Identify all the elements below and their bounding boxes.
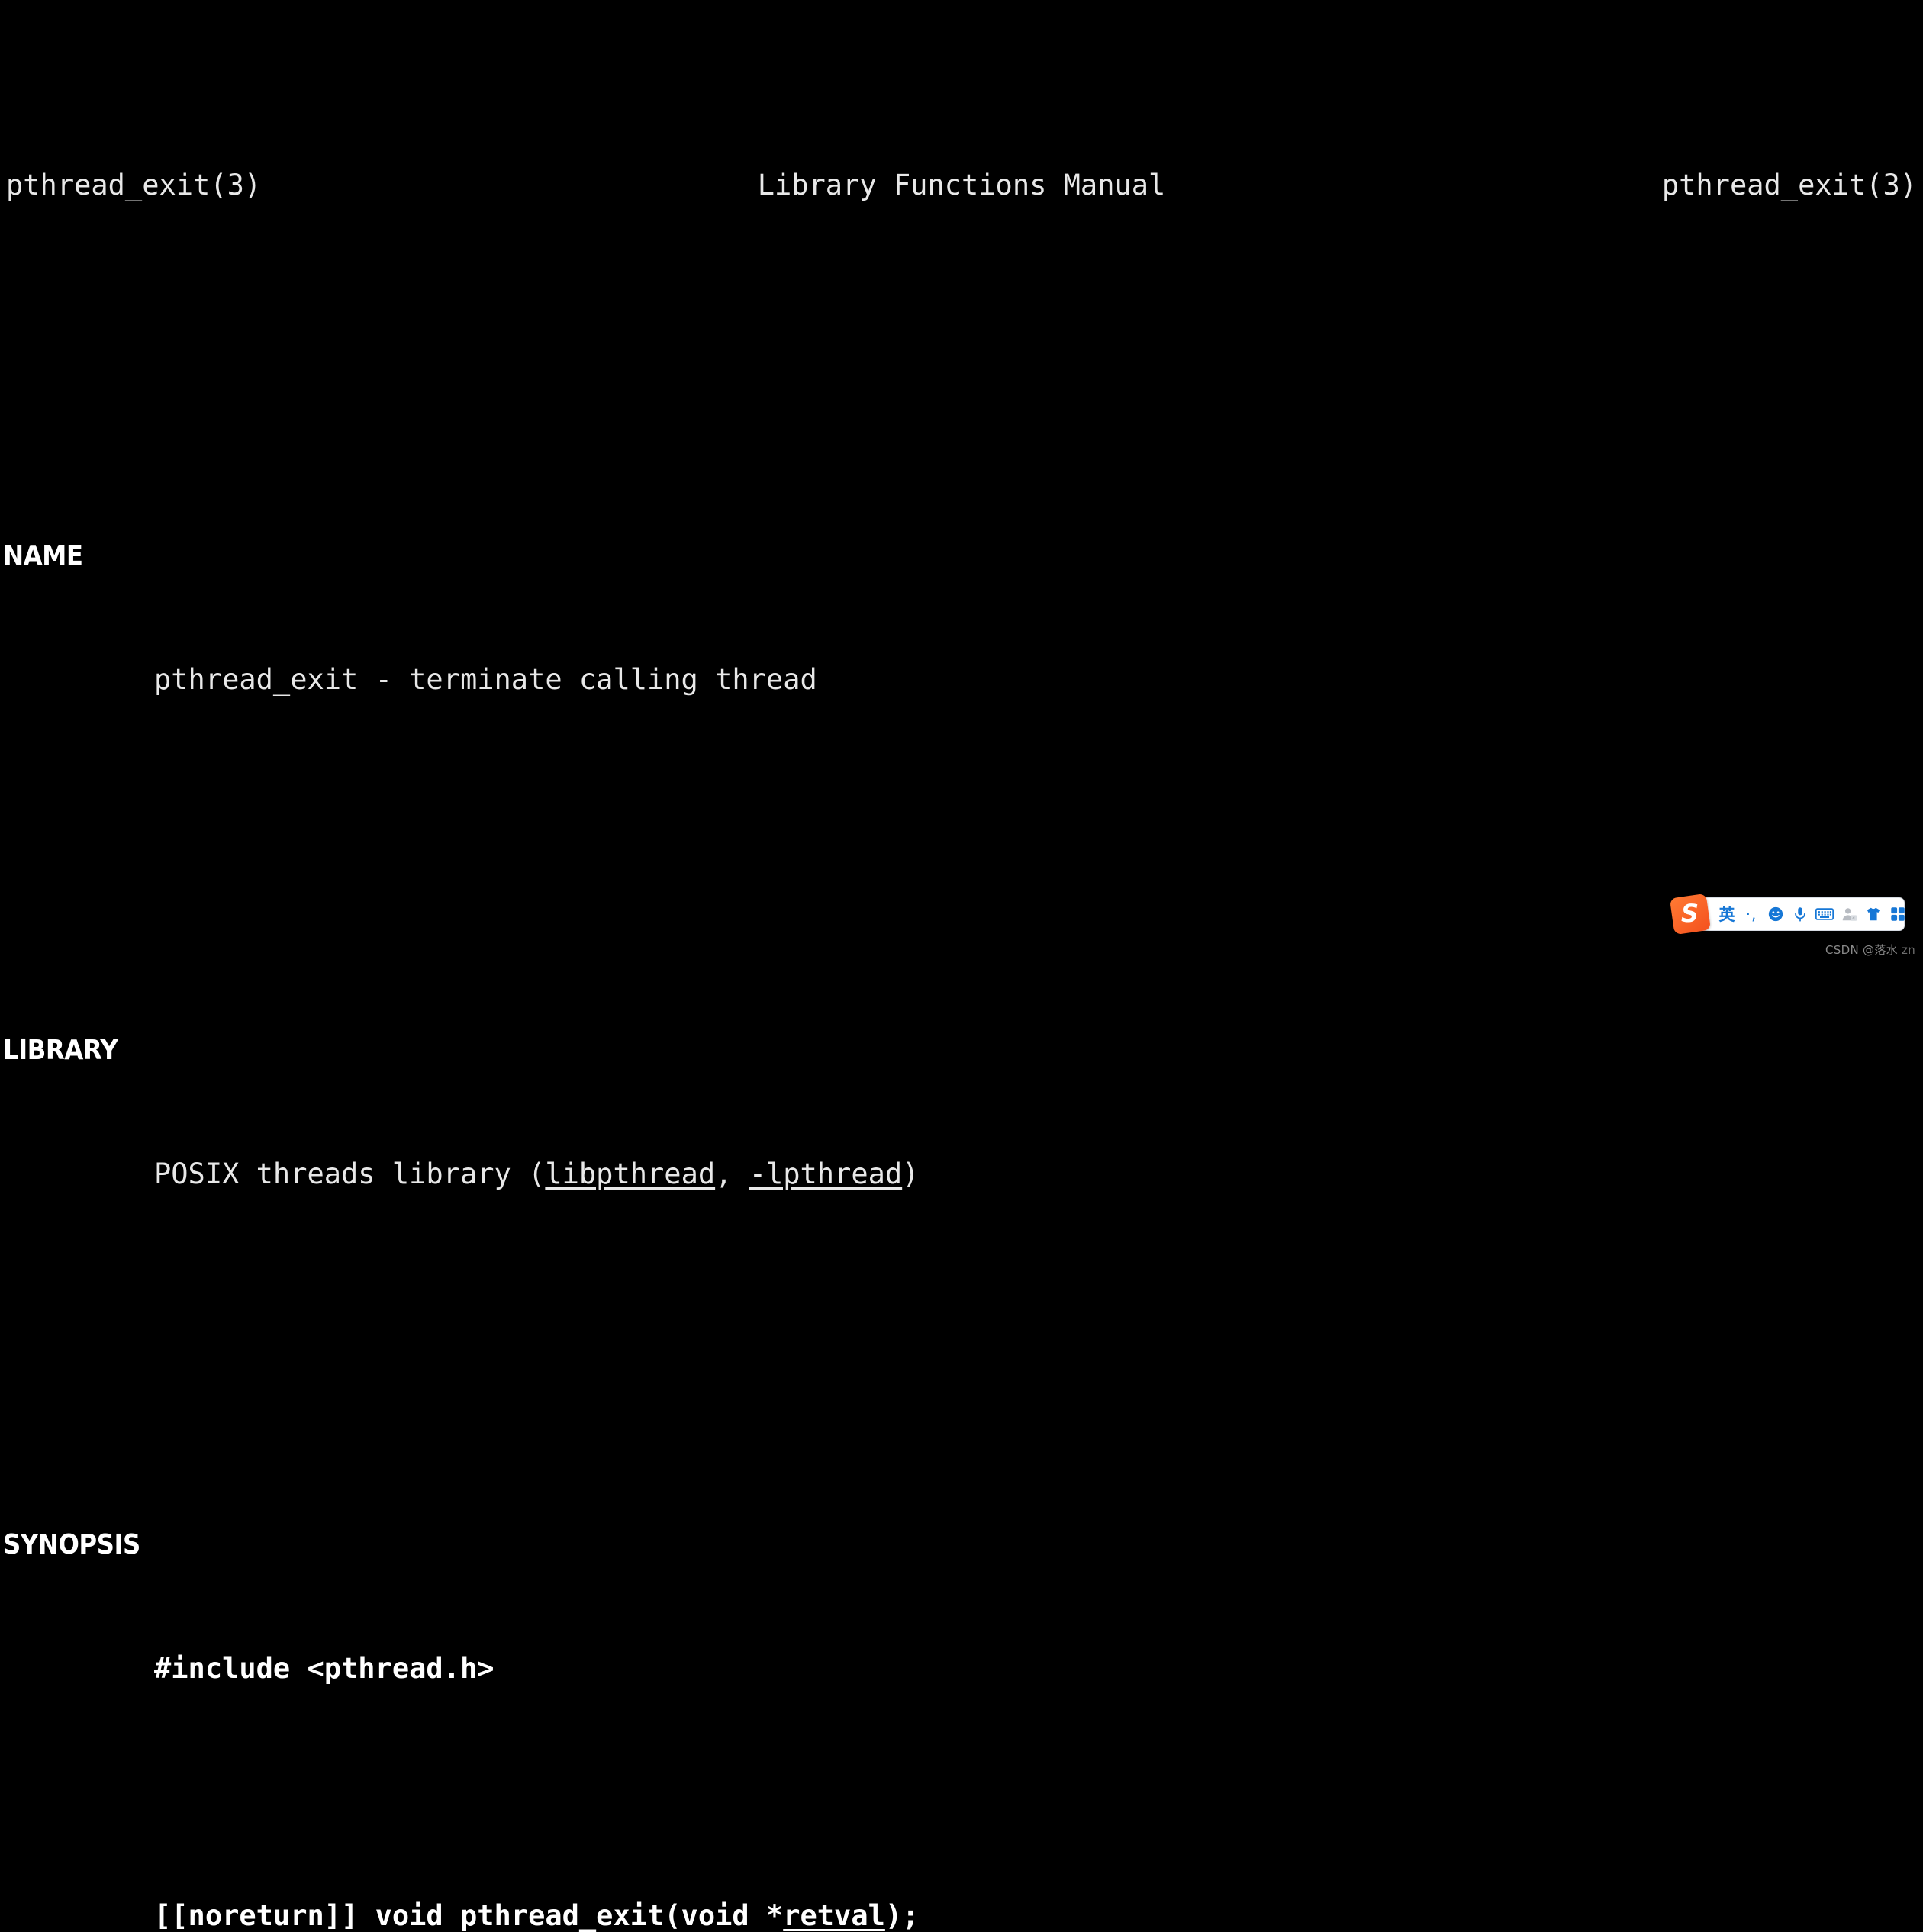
user-account-icon[interactable]: 4 [1837,898,1861,930]
csdn-watermark: CSDN @落水 zn [1825,942,1915,958]
section-heading-name: NAME [3,540,83,572]
input-mode-label: 英 [1718,906,1735,924]
synopsis-prototype-prefix: [[noreturn]] void pthread_exit(void * [154,1899,784,1932]
synopsis-prototype-suffix: ); [884,1899,920,1932]
input-mode-chinese-english-icon[interactable]: 英 [1715,898,1739,930]
sogou-logo-icon[interactable]: S [1669,893,1712,935]
synopsis-include-text: #include <pthread.h> [154,1652,494,1685]
sogou-logo-letter: S [1681,899,1699,929]
synopsis-prototype-line: [[noreturn]] void pthread_exit(void *ret… [0,1895,1923,1932]
punctuation-toggle-icon[interactable]: ·, [1739,898,1764,930]
voice-input-icon[interactable] [1788,898,1812,930]
man-header-right: pthread_exit(3) [1661,169,1917,201]
man-header-left: pthread_exit(3) [6,169,262,201]
section-heading-library: LIBRARY [3,1035,118,1066]
soft-keyboard-icon[interactable] [1812,898,1837,930]
library-prefix-text: POSIX threads library ( [154,1158,546,1190]
library-link-lpthread[interactable]: -lpthread [749,1158,902,1190]
library-body-line: POSIX threads library (libpthread, -lpth… [0,1154,1923,1195]
sogou-ime-toolbar[interactable]: S 英 ·, 4 [1669,893,1905,935]
emoji-icon[interactable] [1764,898,1788,930]
toolbox-grid-icon[interactable] [1886,898,1910,930]
punctuation-label: ·, [1745,905,1757,923]
name-body-line: pthread_exit - terminate calling thread [0,659,1923,700]
watermark-tail: zn [1902,943,1915,957]
section-heading-synopsis: SYNOPSIS [3,1529,140,1560]
terminal-window: pthread_exit(3) Library Functions Manual… [0,0,1923,1932]
skin-tshirt-icon[interactable] [1861,898,1886,930]
watermark-text: CSDN @落水 [1825,943,1902,957]
library-separator-text: , [715,1158,749,1190]
synopsis-include-line: #include <pthread.h> [0,1648,1923,1689]
synopsis-prototype-retval: retval [783,1899,885,1932]
library-suffix-text: ) [902,1158,920,1190]
library-link-libpthread[interactable]: libpthread [545,1158,715,1190]
name-body-text: pthread_exit - terminate calling thread [154,663,817,696]
man-header-center: Library Functions Manual [757,169,1166,201]
svg-text:4: 4 [1852,916,1855,921]
man-header: pthread_exit(3) Library Functions Manual… [0,165,1923,206]
man-page-content: pthread_exit(3) Library Functions Manual… [0,0,1923,1932]
